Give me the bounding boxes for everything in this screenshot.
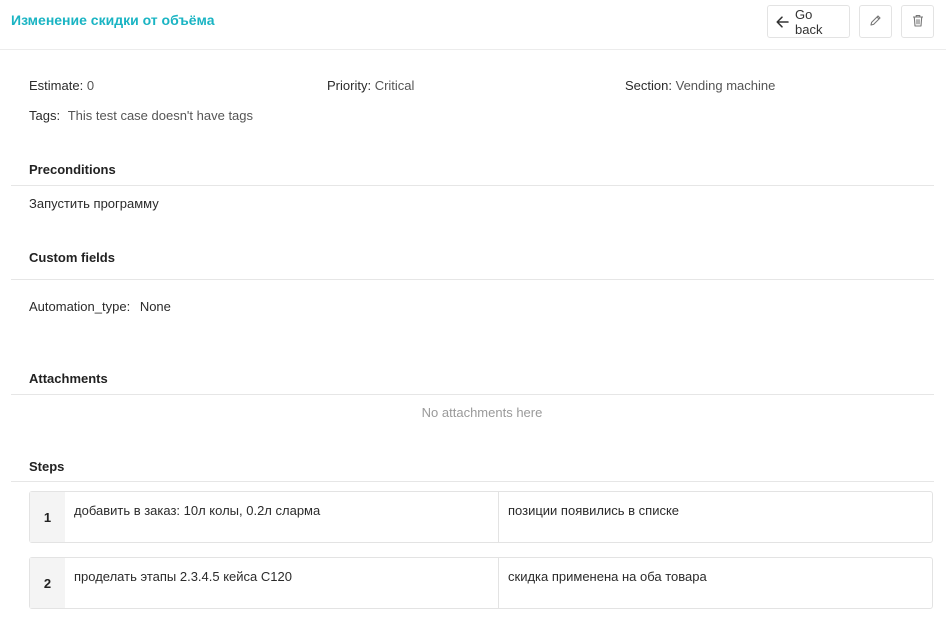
custom-fields-divider bbox=[11, 279, 934, 280]
section-field: Section: Vending machine bbox=[625, 78, 775, 93]
steps-title: Steps bbox=[29, 459, 65, 474]
priority-value: Critical bbox=[374, 78, 415, 93]
delete-button[interactable] bbox=[901, 5, 934, 38]
steps-divider bbox=[11, 481, 934, 482]
tags-field: Tags: This test case doesn't have tags bbox=[29, 108, 253, 123]
priority-field: Priority: Critical bbox=[327, 78, 414, 93]
step-expected-result: скидка применена на оба товара bbox=[508, 569, 707, 584]
tags-label: Tags: bbox=[29, 108, 61, 123]
section-label: Section: bbox=[625, 78, 672, 93]
estimate-label: Estimate: bbox=[29, 78, 84, 93]
section-value: Vending machine bbox=[675, 78, 776, 93]
priority-label: Priority: bbox=[327, 78, 372, 93]
estimate-value: 0 bbox=[86, 78, 95, 93]
automation-type-label: Automation_type: bbox=[29, 299, 131, 314]
edit-button[interactable] bbox=[859, 5, 892, 38]
preconditions-text: Запустить программу bbox=[29, 196, 159, 211]
automation-type-field: Automation_type: None bbox=[29, 299, 171, 314]
pencil-icon bbox=[869, 14, 882, 30]
page-header: Изменение скидки от объёма Go back bbox=[0, 0, 946, 50]
attachments-divider bbox=[11, 394, 934, 395]
step-row: 1 добавить в заказ: 10л колы, 0.2л сларм… bbox=[29, 491, 933, 543]
page-title: Изменение скидки от объёма bbox=[11, 12, 215, 28]
no-attachments-text: No attachments here bbox=[421, 405, 543, 420]
tags-value: This test case doesn't have tags bbox=[67, 108, 254, 123]
arrow-left-icon bbox=[776, 15, 789, 28]
step-action: добавить в заказ: 10л колы, 0.2л слармa bbox=[65, 492, 499, 542]
step-number: 1 bbox=[30, 492, 65, 542]
custom-fields-title: Custom fields bbox=[29, 250, 115, 265]
step-row: 2 проделать этапы 2.3.4.5 кейса С120 ски… bbox=[29, 557, 933, 609]
step-expected-result: позиции появились в списке bbox=[508, 503, 680, 518]
preconditions-divider bbox=[11, 185, 934, 186]
trash-icon bbox=[912, 14, 924, 30]
go-back-label: Go back bbox=[795, 6, 823, 37]
automation-type-value: None bbox=[139, 299, 171, 314]
preconditions-title: Preconditions bbox=[29, 162, 116, 177]
step-number: 2 bbox=[30, 558, 65, 608]
go-back-button[interactable]: Go back bbox=[767, 5, 850, 38]
step-action: проделать этапы 2.3.4.5 кейса С120 bbox=[65, 558, 499, 608]
estimate-field: Estimate: 0 bbox=[29, 78, 94, 93]
attachments-title: Attachments bbox=[29, 371, 108, 386]
